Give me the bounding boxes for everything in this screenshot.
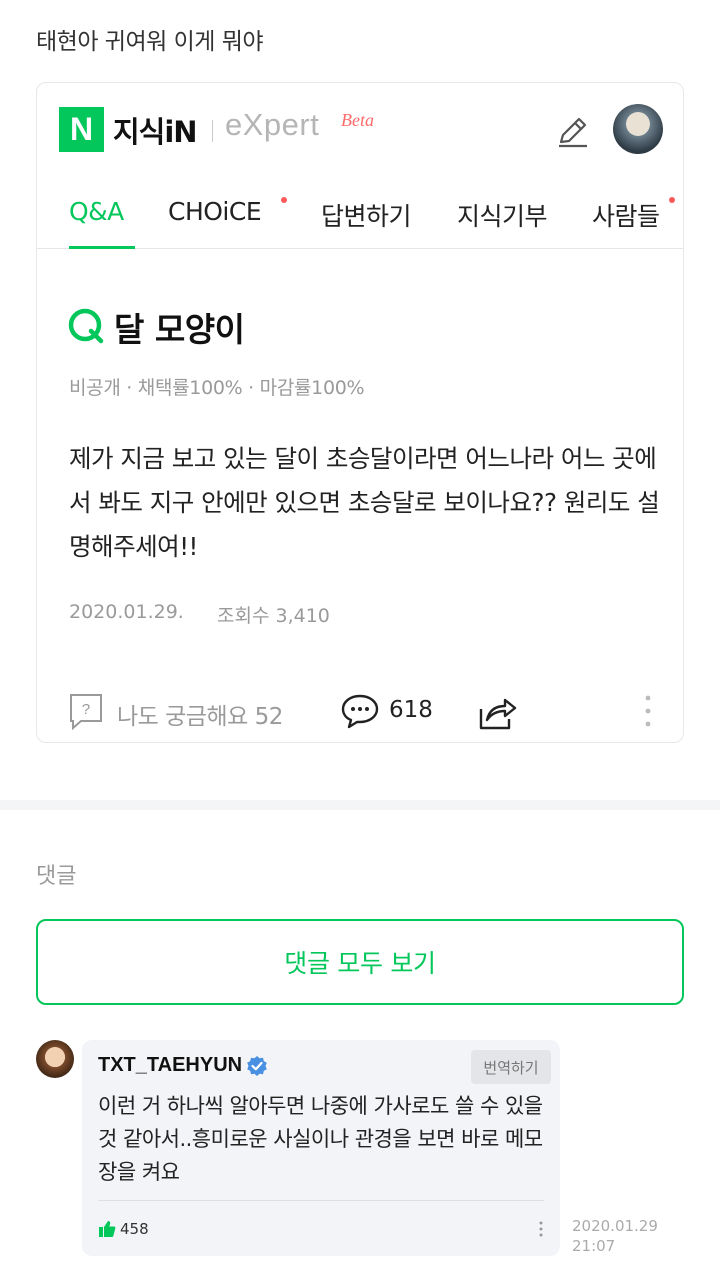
tab-qa[interactable]: Q&A: [69, 197, 124, 226]
comment-bubble-icon[interactable]: [341, 693, 379, 729]
comments-heading: 댓글: [36, 864, 77, 889]
tab-bar: Q&A CHOiCE 답변하기 지식기부 사람들: [37, 183, 683, 249]
new-dot-icon: [669, 197, 675, 203]
pencil-icon[interactable]: [555, 113, 591, 149]
question-body: 제가 지금 보고 있는 달이 초승달이라면 어느나라 어느 곳에서 봐도 지구 …: [69, 444, 660, 561]
question-box-icon[interactable]: ?: [69, 693, 103, 731]
kin-logo-text[interactable]: 지식iN: [113, 109, 198, 151]
tab-people[interactable]: 사람들: [592, 197, 660, 233]
question-meta: 비공개 · 채택률100% · 마감률100%: [69, 377, 365, 399]
question-date: 2020.01.29.: [69, 601, 184, 623]
comment-item: TXT_TAEHYUN 번역하기 이런 거 하나씩 알아두면 나중에 가사로도 …: [82, 1040, 560, 1256]
comment-count[interactable]: 618: [389, 697, 433, 723]
beta-badge: Beta: [341, 110, 374, 130]
more-vertical-icon[interactable]: [641, 693, 655, 729]
section-divider: [0, 800, 720, 810]
post-title: 태현아 귀여워 이게 뭐야: [36, 29, 264, 55]
expert-logo-text[interactable]: eXpert: [225, 107, 319, 143]
naver-logo-icon[interactable]: N: [59, 107, 104, 152]
avatar[interactable]: [36, 1040, 74, 1078]
comment-timestamp: 2020.01.29 21:07: [572, 1217, 658, 1255]
more-vertical-icon[interactable]: [538, 1220, 544, 1238]
tab-answer[interactable]: 답변하기: [321, 197, 412, 233]
logo-divider: [212, 120, 213, 142]
question-card: N 지식iN eXpert Beta Q&A CHOiCE 답변하기 지식기부 …: [36, 82, 684, 743]
svg-text:?: ?: [82, 701, 90, 718]
comment-text: 이런 거 하나씩 알아두면 나중에 가사로도 쓸 수 있을 것 같아서..흥미로…: [98, 1094, 543, 1184]
translate-button[interactable]: 번역하기: [471, 1050, 551, 1084]
avatar[interactable]: [613, 104, 663, 154]
question-title: 달 모양이: [114, 310, 245, 349]
share-icon[interactable]: [477, 693, 517, 731]
tab-choice[interactable]: CHOiCE: [168, 197, 262, 226]
new-dot-icon: [281, 197, 287, 203]
view-count: 조회수 3,410: [217, 605, 330, 627]
like-count[interactable]: 458: [120, 1220, 149, 1238]
question-q-icon: [68, 308, 104, 344]
curious-button-label[interactable]: 나도 궁금해요 52: [117, 697, 283, 731]
tab-donate[interactable]: 지식기부: [457, 197, 548, 233]
view-all-comments-button[interactable]: 댓글 모두 보기: [36, 919, 684, 1005]
active-tab-indicator: [69, 246, 135, 249]
thumbs-up-icon[interactable]: [98, 1220, 116, 1238]
verified-badge-icon: [247, 1056, 267, 1076]
comment-username[interactable]: TXT_TAEHYUN: [98, 1054, 242, 1077]
comment-divider: [98, 1200, 544, 1201]
